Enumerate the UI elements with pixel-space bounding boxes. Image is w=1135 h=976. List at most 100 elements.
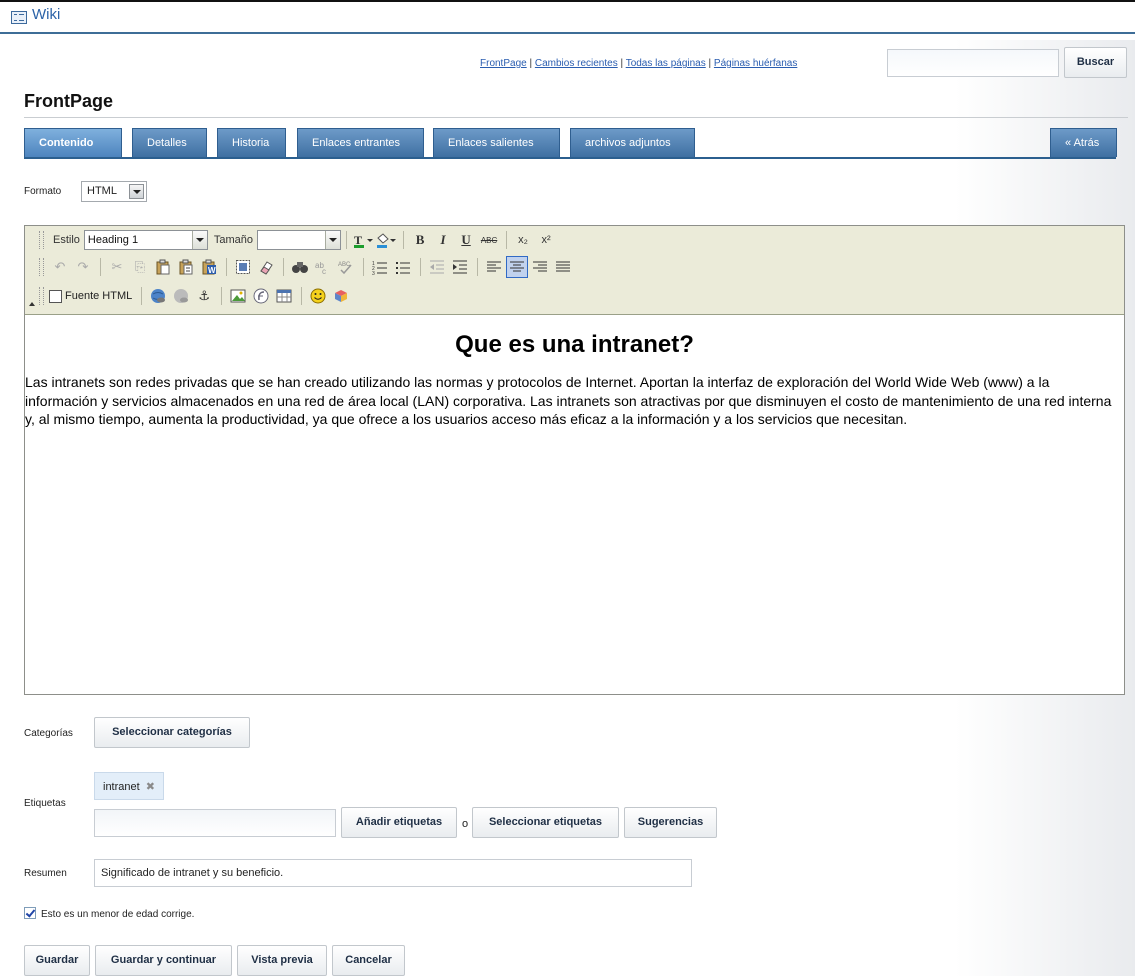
- spellcheck-icon[interactable]: ABC: [335, 256, 357, 278]
- tags-or-label: o: [462, 818, 469, 830]
- add-tags-button[interactable]: Añadir etiquetas: [341, 807, 457, 838]
- underline-icon[interactable]: U: [455, 229, 477, 251]
- numbered-list-icon[interactable]: 123: [369, 256, 391, 278]
- page-tabs: Contenido Detalles Historia Enlaces entr…: [24, 128, 1128, 159]
- toolbar-separator: [226, 258, 227, 276]
- find-icon[interactable]: [289, 256, 311, 278]
- special-char-icon[interactable]: [330, 285, 352, 307]
- background-color-icon[interactable]: [375, 229, 397, 251]
- nav-link-recent-changes[interactable]: Cambios recientes: [535, 58, 618, 69]
- remove-tag-icon[interactable]: ✖: [146, 781, 155, 793]
- style-select[interactable]: Heading 1: [83, 230, 208, 250]
- superscript-icon[interactable]: x²: [535, 229, 557, 251]
- align-left-icon[interactable]: [483, 256, 505, 278]
- toolbar-separator: [420, 258, 421, 276]
- toolbar-separator: [100, 258, 101, 276]
- anchor-icon[interactable]: ⚓: [193, 285, 215, 307]
- tab-archivos-adjuntos[interactable]: archivos adjuntos: [570, 128, 695, 157]
- toolbar-separator: [283, 258, 284, 276]
- tags-label: Etiquetas: [24, 798, 66, 809]
- minor-edit-checkbox[interactable]: [24, 907, 36, 919]
- justify-icon[interactable]: [552, 256, 574, 278]
- copy-icon[interactable]: ⎘: [129, 256, 151, 278]
- toolbar-row-3: Fuente HTML ⚓: [39, 285, 353, 307]
- chevron-down-icon[interactable]: [325, 231, 341, 249]
- bold-icon[interactable]: B: [409, 229, 431, 251]
- source-icon: [49, 289, 62, 303]
- save-button[interactable]: Guardar: [24, 945, 90, 976]
- source-label: Fuente HTML: [65, 290, 133, 302]
- italic-icon[interactable]: I: [432, 229, 454, 251]
- subscript-icon[interactable]: x₂: [512, 229, 534, 251]
- nav-link-orphan-pages[interactable]: Páginas huérfanas: [714, 58, 797, 69]
- summary-input[interactable]: Significado de intranet y su beneficio.: [94, 859, 692, 887]
- wiki-icon: [11, 11, 27, 24]
- toolbar-row-2: ↶ ↷ ✂ ⎘ W ab c ABC 123: [39, 256, 575, 278]
- replace-icon[interactable]: ab c: [312, 256, 334, 278]
- cancel-button[interactable]: Cancelar: [332, 945, 405, 976]
- tab-enlaces-entrantes[interactable]: Enlaces entrantes: [297, 128, 424, 157]
- bulleted-list-icon[interactable]: [392, 256, 414, 278]
- paste-word-icon[interactable]: W: [198, 256, 220, 278]
- search-input[interactable]: [887, 49, 1059, 77]
- toolbar-grip: [39, 258, 44, 276]
- svg-text:c: c: [322, 267, 326, 275]
- categories-label: Categorías: [24, 728, 73, 739]
- tab-enlaces-salientes[interactable]: Enlaces salientes: [433, 128, 560, 157]
- toolbar-grip: [39, 231, 44, 249]
- style-label: Estilo: [53, 234, 80, 246]
- editor-content-area[interactable]: Que es una intranet? Las intranets son r…: [25, 315, 1124, 694]
- cut-icon[interactable]: ✂: [106, 256, 128, 278]
- toolbar-separator: [301, 287, 303, 305]
- wiki-nav-links: FrontPage | Cambios recientes | Todas la…: [480, 58, 797, 69]
- align-center-icon[interactable]: [506, 256, 528, 278]
- portlet-title: Wiki: [32, 6, 61, 23]
- tab-detalles[interactable]: Detalles: [132, 128, 207, 157]
- outdent-icon[interactable]: [426, 256, 448, 278]
- indent-icon[interactable]: [449, 256, 471, 278]
- image-icon[interactable]: [227, 285, 249, 307]
- save-and-continue-button[interactable]: Guardar y continuar: [95, 945, 232, 976]
- format-value: HTML: [87, 185, 117, 197]
- svg-text:3: 3: [372, 271, 375, 275]
- tab-contenido[interactable]: Contenido: [24, 128, 122, 157]
- rich-text-editor: Estilo Heading 1 Tamaño T B I U ABC x₂ x…: [24, 225, 1125, 695]
- select-all-icon[interactable]: [232, 256, 254, 278]
- text-color-icon[interactable]: T: [352, 229, 374, 251]
- paste-icon[interactable]: [152, 256, 174, 278]
- undo-icon[interactable]: ↶: [49, 256, 71, 278]
- source-button[interactable]: Fuente HTML: [49, 289, 133, 303]
- chevron-down-icon[interactable]: [129, 184, 144, 199]
- unlink-icon[interactable]: [170, 285, 192, 307]
- collapse-toolbar-icon[interactable]: [29, 302, 35, 306]
- align-right-icon[interactable]: [529, 256, 551, 278]
- tag-chip-label: intranet: [103, 781, 140, 793]
- preview-button[interactable]: Vista previa: [237, 945, 327, 976]
- nav-link-all-pages[interactable]: Todas las páginas: [626, 58, 706, 69]
- content-paragraph: Las intranets son redes privadas que se …: [25, 374, 1112, 427]
- tab-historia[interactable]: Historia: [217, 128, 286, 157]
- select-categories-button[interactable]: Seleccionar categorías: [94, 717, 250, 748]
- remove-format-icon[interactable]: [255, 256, 277, 278]
- smiley-icon[interactable]: [307, 285, 329, 307]
- link-icon[interactable]: [147, 285, 169, 307]
- search-button[interactable]: Buscar: [1064, 47, 1127, 78]
- nav-separator: |: [708, 58, 712, 69]
- suggestions-button[interactable]: Sugerencias: [624, 807, 717, 838]
- table-icon[interactable]: [273, 285, 295, 307]
- format-select[interactable]: HTML: [81, 181, 147, 202]
- flash-icon[interactable]: [250, 285, 272, 307]
- redo-icon[interactable]: ↷: [72, 256, 94, 278]
- size-label: Tamaño: [213, 234, 254, 246]
- nav-link-frontpage[interactable]: FrontPage: [480, 58, 527, 69]
- back-button[interactable]: « Atrás: [1050, 128, 1117, 157]
- tags-input[interactable]: [94, 809, 336, 837]
- select-tags-button[interactable]: Seleccionar etiquetas: [472, 807, 619, 838]
- toolbar-separator: [363, 258, 364, 276]
- size-select[interactable]: [257, 230, 342, 250]
- toolbar-grip: [39, 287, 44, 305]
- content-heading: Que es una intranet?: [455, 331, 694, 358]
- strikethrough-icon[interactable]: ABC: [478, 229, 500, 251]
- paste-text-icon[interactable]: [175, 256, 197, 278]
- chevron-down-icon[interactable]: [191, 231, 207, 249]
